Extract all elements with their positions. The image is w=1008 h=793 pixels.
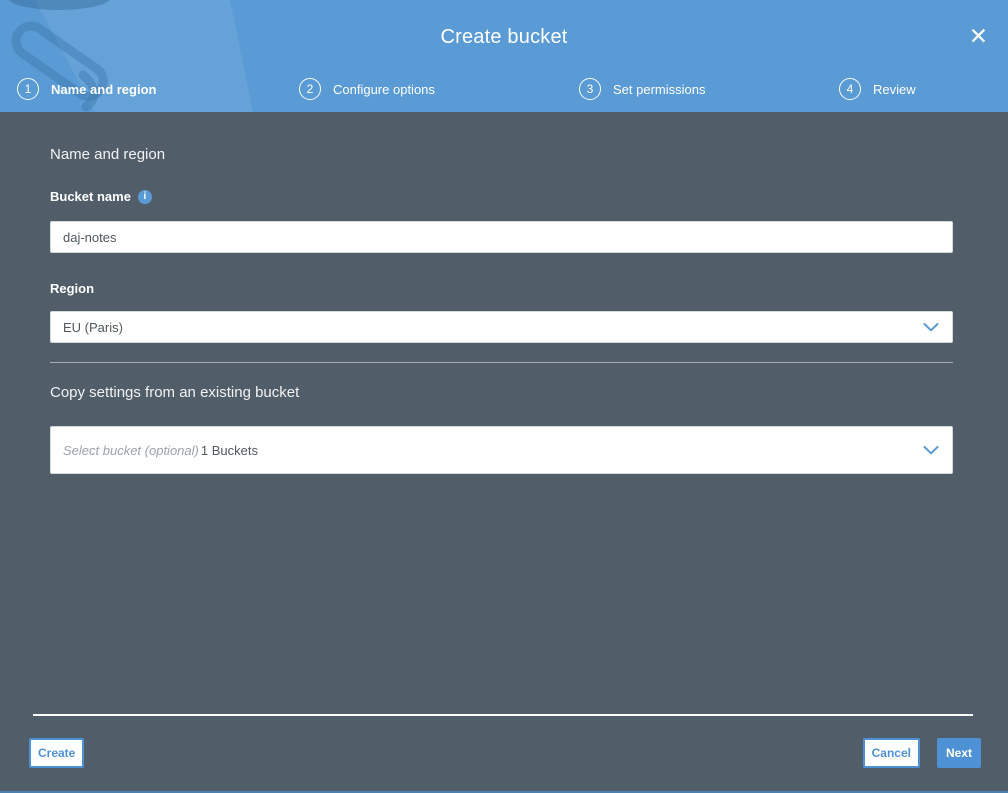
chevron-down-icon [923,323,939,332]
step-review[interactable]: 4 Review [839,66,916,112]
next-button[interactable]: Next [936,738,981,768]
close-icon[interactable]: ✕ [963,23,994,50]
section-heading-name-and-region: Name and region [50,146,166,163]
section-divider [50,362,953,363]
bucket-select-placeholder: Select bucket (optional) [63,442,199,458]
bucket-name-label: Bucket name [50,189,131,204]
copy-settings-heading: Copy settings from an existing bucket [50,384,300,401]
step-name-and-region[interactable]: 1 Name and region [17,66,156,112]
step-number-badge: 4 [839,78,861,100]
modal-title: Create bucket [440,26,568,48]
footer-divider [33,714,973,716]
step-set-permissions[interactable]: 3 Set permissions [579,66,705,112]
step-number-badge: 2 [299,78,321,100]
step-configure-options[interactable]: 2 Configure options [299,66,435,112]
step-label: Name and region [51,81,157,97]
bucket-count-label: 1 Buckets [200,442,258,458]
modal-header: Create bucket ✕ 1 Name and region 2 Conf… [0,0,1008,112]
wizard-stepper: 1 Name and region 2 Configure options 3 … [0,66,1008,112]
create-bucket-modal: Create bucket ✕ 1 Name and region 2 Conf… [0,0,1008,793]
step-label: Set permissions [613,81,706,97]
bucket-name-label-row: Bucket name i [50,189,953,204]
step-label: Review [873,81,916,97]
bucket-name-input[interactable] [50,221,953,253]
step-number-badge: 1 [17,78,39,100]
region-select-value: EU (Paris) [63,319,123,335]
info-icon[interactable]: i [137,189,152,204]
chevron-down-icon [923,446,939,455]
form-content: Name and region Bucket name i Region EU … [50,112,953,474]
region-select[interactable]: EU (Paris) [50,311,953,343]
cancel-button[interactable]: Cancel [862,738,920,768]
step-number-badge: 3 [579,78,601,100]
create-button[interactable]: Create [29,738,85,768]
step-label: Configure options [333,81,435,97]
bucket-select[interactable]: Select bucket (optional) 1 Buckets [50,426,953,474]
region-label: Region [50,281,95,296]
